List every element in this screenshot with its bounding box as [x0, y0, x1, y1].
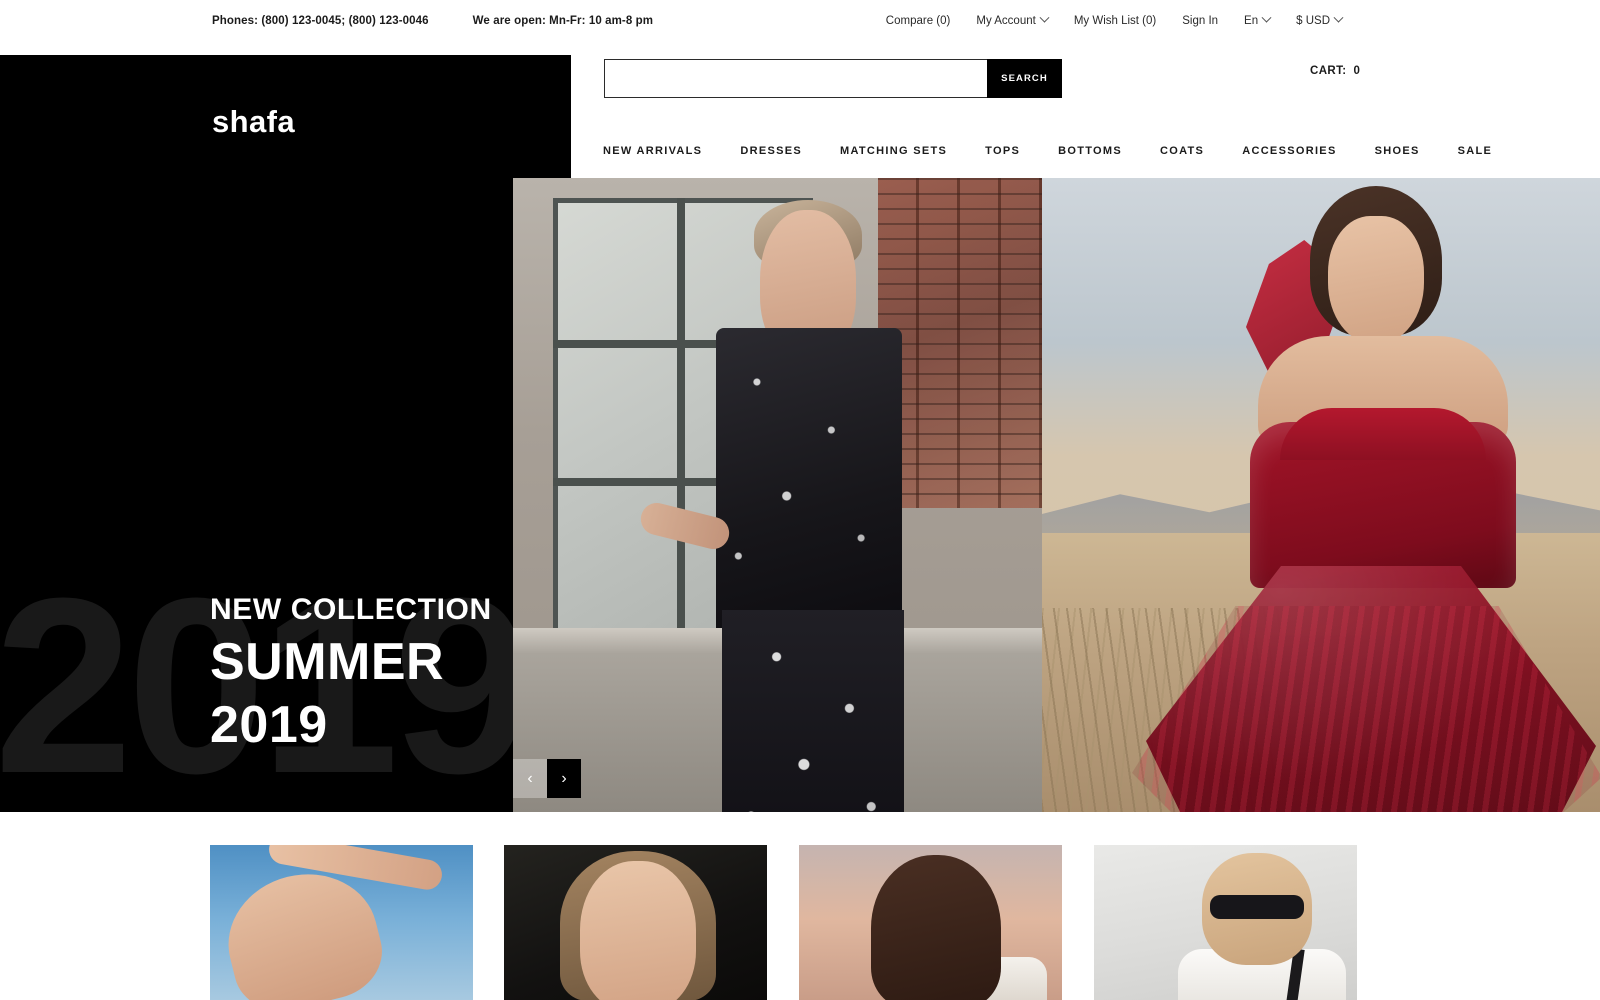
- nav-item-accessories[interactable]: ACCESSORIES: [1223, 145, 1355, 157]
- wish-list-link[interactable]: My Wish List (0): [1061, 15, 1169, 27]
- chevron-left-icon: ‹: [527, 769, 533, 787]
- thumbnail-subject: [580, 861, 696, 1000]
- lookbook-thumbnail[interactable]: [210, 845, 473, 1000]
- nav-item-bottoms[interactable]: BOTTOMS: [1039, 145, 1141, 157]
- slider-prev-button[interactable]: ‹: [513, 759, 547, 798]
- utility-bar-right: Compare (0) My Account My Wish List (0) …: [873, 12, 1355, 27]
- language-label: En: [1244, 14, 1259, 27]
- nav-item-matching-sets[interactable]: MATCHING SETS: [821, 145, 966, 157]
- sign-in-link[interactable]: Sign In: [1169, 15, 1231, 27]
- hero-left-model-skirt: [722, 610, 904, 812]
- site-logo[interactable]: shafa: [212, 106, 295, 137]
- hero-right-model-face: [1328, 216, 1424, 344]
- chevron-down-icon: [1039, 12, 1050, 23]
- search-input[interactable]: [604, 59, 987, 98]
- hero-slide-image-right: [1042, 178, 1600, 812]
- utility-bar: Phones: (800) 123-0045; (800) 123-0046 W…: [0, 0, 1600, 41]
- hero-slider: 2019 NEW COLLECTION SUMMER 2019 ‹ ›: [0, 178, 1600, 812]
- phones-text: Phones: (800) 123-0045; (800) 123-0046: [212, 14, 429, 27]
- hero-title-line-1: SUMMER: [210, 632, 445, 691]
- search-button[interactable]: SEARCH: [987, 59, 1062, 98]
- hero-copy: NEW COLLECTION SUMMER 2019: [210, 593, 492, 754]
- compare-label: Compare (0): [885, 14, 951, 27]
- sign-in-label: Sign In: [1182, 14, 1219, 27]
- compare-link[interactable]: Compare (0): [873, 15, 964, 27]
- hero-right-model-tulle: [1132, 606, 1600, 812]
- hero-right-model: [1132, 186, 1600, 812]
- currency-selector[interactable]: $ USD: [1283, 12, 1355, 27]
- nav-item-tops[interactable]: TOPS: [966, 145, 1039, 157]
- page-root: Phones: (800) 123-0045; (800) 123-0046 W…: [0, 0, 1600, 1000]
- nav-item-shoes[interactable]: SHOES: [1356, 145, 1439, 157]
- my-account-link[interactable]: My Account: [963, 12, 1060, 27]
- hero-slide-image-left: [513, 178, 1042, 812]
- nav-item-coats[interactable]: COATS: [1141, 145, 1223, 157]
- main-navigation: NEW ARRIVALS DRESSES MATCHING SETS TOPS …: [571, 124, 1511, 178]
- hero-left-model: [637, 200, 958, 812]
- hero-title-line-2: 2019: [210, 695, 328, 754]
- thumbnail-subject: [871, 855, 1001, 1000]
- hero-text-panel: 2019 NEW COLLECTION SUMMER 2019: [0, 178, 513, 812]
- nav-item-dresses[interactable]: DRESSES: [721, 145, 821, 157]
- hero-right-model-bodice: [1250, 408, 1516, 588]
- chevron-down-icon: [1261, 12, 1272, 23]
- lookbook-thumbnail-row: [0, 845, 1600, 1000]
- slider-next-button[interactable]: ›: [547, 759, 581, 798]
- hero-left-model-jacket: [716, 328, 902, 628]
- cart-count: 0: [1353, 65, 1361, 77]
- lookbook-thumbnail[interactable]: [1094, 845, 1357, 1000]
- opening-hours-text: We are open: Mn-Fr: 10 am-8 pm: [472, 14, 654, 27]
- chevron-down-icon: [1333, 12, 1344, 23]
- lookbook-thumbnail[interactable]: [504, 845, 767, 1000]
- lookbook-thumbnail[interactable]: [799, 845, 1062, 1000]
- cart-summary[interactable]: CART: 0: [1310, 65, 1360, 77]
- nav-item-new-arrivals[interactable]: NEW ARRIVALS: [571, 145, 721, 157]
- utility-bar-left: Phones: (800) 123-0045; (800) 123-0046 W…: [212, 15, 653, 27]
- nav-item-sale[interactable]: SALE: [1439, 145, 1512, 157]
- hero-kicker: NEW COLLECTION: [210, 593, 492, 626]
- cart-label: CART:: [1310, 65, 1347, 77]
- sunglasses-icon: [1210, 895, 1304, 919]
- hero-slider-controls: ‹ ›: [513, 759, 581, 798]
- currency-label: $ USD: [1296, 14, 1330, 27]
- wish-list-label: My Wish List (0): [1073, 14, 1157, 27]
- language-selector[interactable]: En: [1231, 12, 1283, 27]
- chevron-right-icon: ›: [561, 769, 567, 787]
- search-bar: SEARCH: [604, 59, 1062, 98]
- my-account-label: My Account: [976, 14, 1036, 27]
- logo-block: shafa: [0, 55, 571, 178]
